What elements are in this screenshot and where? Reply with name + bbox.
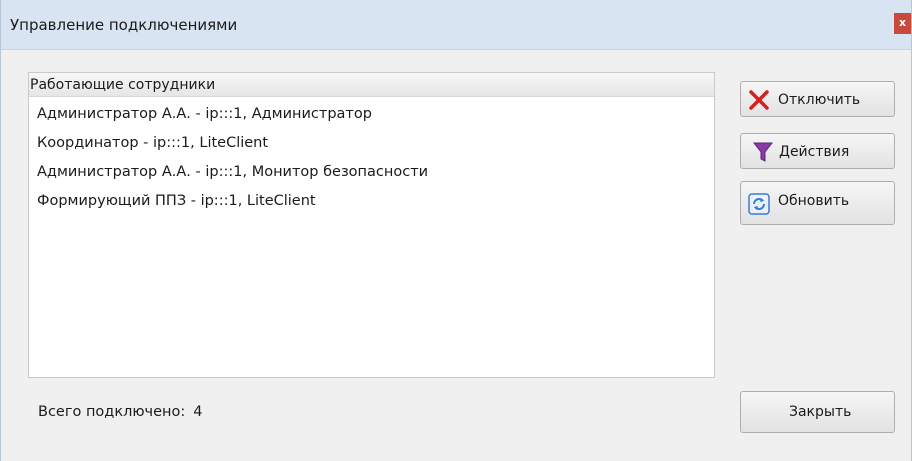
- total-connected: Всего подключено: 4: [38, 404, 203, 420]
- refresh-label: Обновить: [778, 193, 850, 209]
- total-value: 4: [193, 404, 203, 420]
- list-item[interactable]: Администратор А.А. - ip:::1, Монитор без…: [37, 162, 428, 191]
- close-label: Закрыть: [789, 404, 852, 420]
- list-header: Работающие сотрудники: [29, 73, 714, 97]
- title-bar: Управление подключениями x: [1, 0, 911, 50]
- total-label: Всего подключено:: [38, 404, 186, 420]
- employees-list[interactable]: Работающие сотрудники Администратор А.А.…: [28, 72, 715, 378]
- list-item[interactable]: Координатор - ip:::1, LiteClient: [37, 133, 428, 162]
- funnel-icon: [753, 142, 773, 162]
- list-item[interactable]: Администратор А.А. - ip:::1, Администрат…: [37, 104, 428, 133]
- refresh-icon: [748, 193, 770, 215]
- actions-label: Действия: [779, 144, 850, 160]
- disconnect-button[interactable]: Отключить: [740, 81, 895, 117]
- list-header-label: Работающие сотрудники: [30, 77, 216, 93]
- disconnect-label: Отключить: [778, 92, 861, 108]
- close-window-button[interactable]: x: [894, 13, 911, 34]
- red-x-icon: [749, 90, 769, 110]
- window-title: Управление подключениями: [10, 16, 238, 34]
- connections-dialog: Управление подключениями x Работающие со…: [0, 0, 912, 461]
- list-item[interactable]: Формирующий ППЗ - ip:::1, LiteClient: [37, 191, 428, 220]
- close-button[interactable]: Закрыть: [740, 391, 895, 433]
- refresh-button[interactable]: Обновить: [740, 181, 895, 225]
- actions-button[interactable]: Действия: [740, 133, 895, 169]
